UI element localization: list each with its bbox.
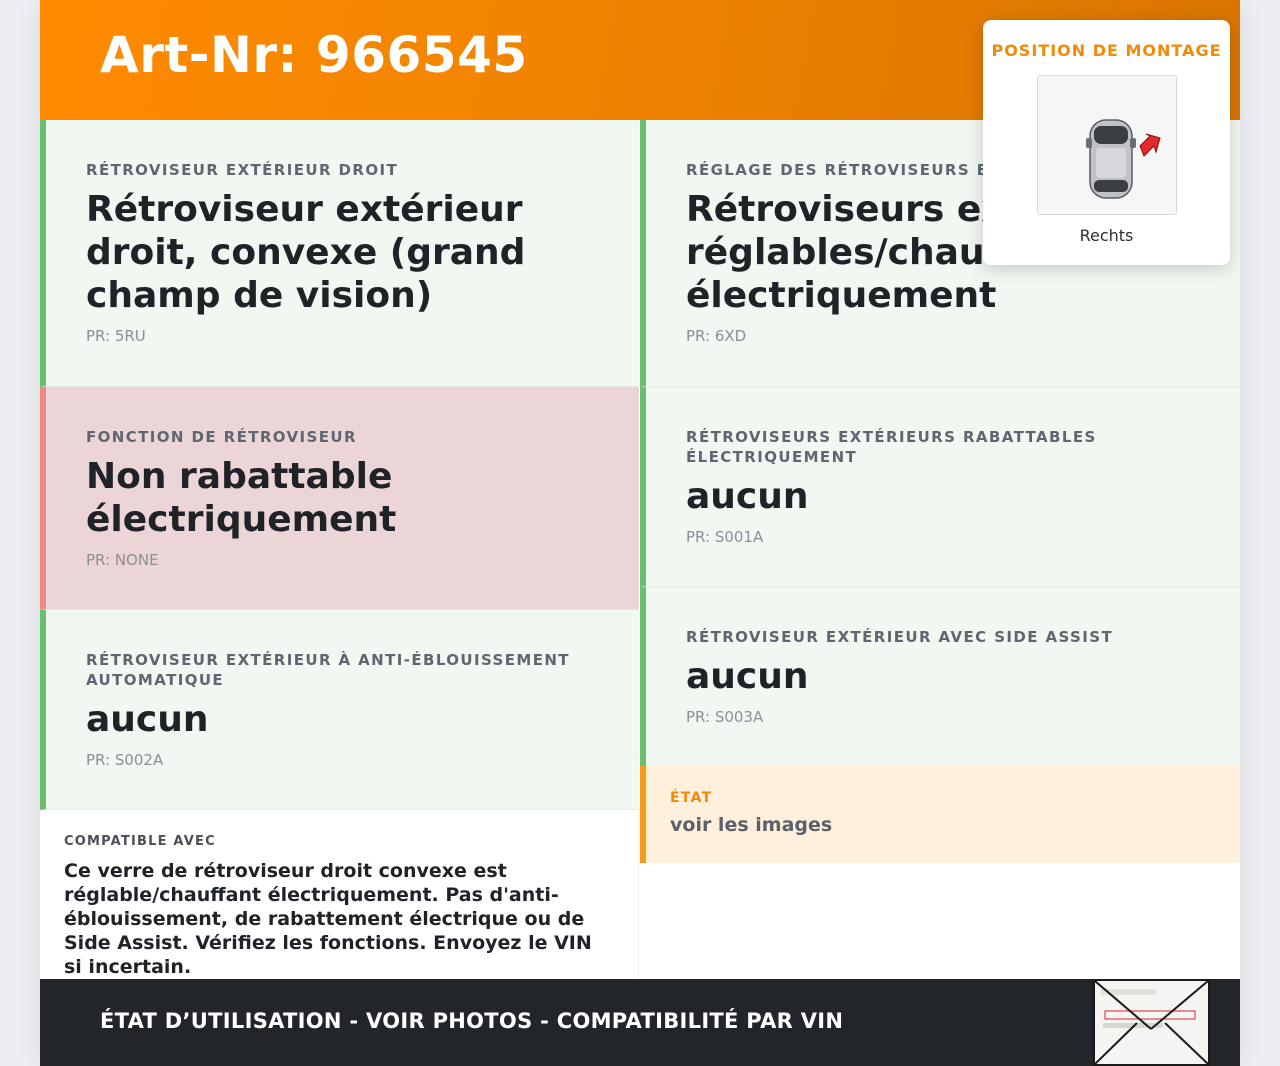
feature-label: RÉTROVISEUR EXTÉRIEUR DROIT bbox=[86, 161, 399, 179]
feature-pr-code: PR: S003A bbox=[686, 708, 764, 726]
condition-section: ÉTAT voir les images bbox=[640, 766, 1240, 863]
feature-value: aucun bbox=[86, 699, 209, 740]
feature-pr-code: PR: 5RU bbox=[86, 327, 146, 345]
feature-card-electric-folding: RÉTROVISEURS EXTÉRIEURS RABATTABLES ÉLEC… bbox=[640, 387, 1240, 587]
mounting-position-label: Rechts bbox=[1079, 226, 1134, 245]
feature-pr-code: PR: S001A bbox=[686, 528, 764, 546]
feature-value: Rétroviseur extérieur droit, convexe (gr… bbox=[86, 189, 526, 316]
compatibility-label: COMPATIBLE AVEC bbox=[64, 834, 216, 849]
feature-label: FONCTION DE RÉTROVISEUR bbox=[86, 428, 357, 446]
feature-card-mirror-function: FONCTION DE RÉTROVISEUR Non rabattable é… bbox=[40, 387, 639, 610]
feature-value: aucun bbox=[686, 656, 809, 697]
feature-label: RÉTROVISEUR EXTÉRIEUR À ANTI-ÉBLOUISSEME… bbox=[86, 651, 570, 689]
feature-pr-code: PR: 6XD bbox=[686, 327, 747, 345]
envelope-icon[interactable] bbox=[1093, 979, 1210, 1066]
car-top-view-icon bbox=[1037, 75, 1177, 215]
feature-card-anti-glare: RÉTROVISEUR EXTÉRIEUR À ANTI-ÉBLOUISSEME… bbox=[40, 610, 639, 810]
compatibility-text: Ce verre de rétroviseur droit convexe es… bbox=[64, 860, 592, 978]
feature-pr-code: PR: NONE bbox=[86, 551, 159, 569]
feature-value: aucun bbox=[686, 476, 809, 517]
footer-text: ÉTAT D’UTILISATION - VOIR PHOTOS - COMPA… bbox=[100, 1009, 844, 1033]
feature-label: RÉTROVISEURS EXTÉRIEURS RABATTABLES ÉLEC… bbox=[686, 428, 1097, 466]
feature-value: Non rabattable électriquement bbox=[86, 456, 397, 540]
car-diagram bbox=[1086, 119, 1161, 199]
compatibility-section: COMPATIBLE AVEC Ce verre de rétroviseur … bbox=[40, 810, 639, 980]
envelope-graphic bbox=[1094, 980, 1209, 1065]
condition-text: voir les images bbox=[670, 814, 833, 836]
feature-pr-code: PR: S002A bbox=[86, 751, 164, 769]
feature-label: RÉTROVISEUR EXTÉRIEUR AVEC SIDE ASSIST bbox=[686, 628, 1114, 646]
footer-banner: ÉTAT D’UTILISATION - VOIR PHOTOS - COMPA… bbox=[40, 979, 1240, 1066]
mounting-position-title: POSITION DE MONTAGE bbox=[991, 41, 1222, 60]
article-number-title: Art-Nr: 966545 bbox=[100, 26, 528, 84]
feature-card-mirror-right: RÉTROVISEUR EXTÉRIEUR DROIT Rétroviseur … bbox=[40, 120, 639, 387]
condition-label: ÉTAT bbox=[670, 790, 713, 806]
mounting-position-card: POSITION DE MONTAGE Rechts bbox=[983, 20, 1230, 265]
feature-card-side-assist: RÉTROVISEUR EXTÉRIEUR AVEC SIDE ASSIST a… bbox=[640, 587, 1240, 767]
